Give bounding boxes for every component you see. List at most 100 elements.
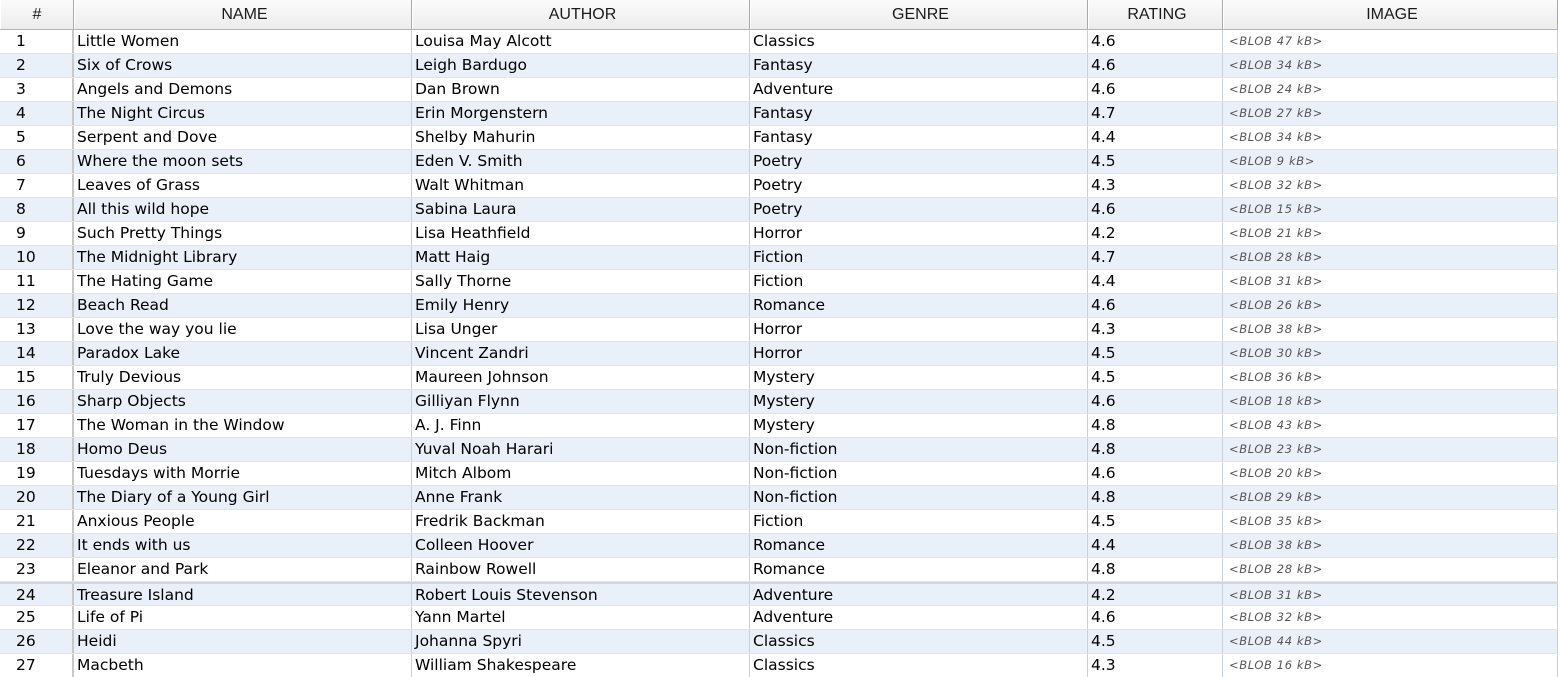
name-cell[interactable]: Angels and Demons [74, 78, 412, 101]
author-cell[interactable]: Eden V. Smith [412, 150, 750, 173]
image-blob-cell[interactable]: <BLOB 32 kB> [1223, 606, 1558, 629]
image-blob-cell[interactable]: <BLOB 9 kB> [1223, 150, 1558, 173]
image-blob-cell[interactable]: <BLOB 43 kB> [1223, 414, 1558, 437]
rating-cell[interactable]: 4.6 [1088, 390, 1223, 413]
genre-cell[interactable]: Non-fiction [750, 486, 1088, 509]
rating-cell[interactable]: 4.8 [1088, 558, 1223, 581]
table-row[interactable]: 22 It ends with us Colleen Hoover Romance 4.… [0, 534, 1558, 558]
table-row[interactable]: 10 The Midnight Library Matt Haig Fiction 4.… [0, 246, 1558, 270]
genre-cell[interactable]: Poetry [750, 174, 1088, 197]
genre-cell[interactable]: Adventure [750, 78, 1088, 101]
name-cell[interactable]: Heidi [74, 630, 412, 653]
author-cell[interactable]: Walt Whitman [412, 174, 750, 197]
row-number-cell[interactable]: 3 [0, 78, 74, 101]
name-cell[interactable]: Anxious People [74, 510, 412, 533]
name-cell[interactable]: The Diary of a Young Girl [74, 486, 412, 509]
rating-cell[interactable]: 4.3 [1088, 318, 1223, 341]
row-number-cell[interactable]: 9 [0, 222, 74, 245]
rating-cell[interactable]: 4.6 [1088, 294, 1223, 317]
column-header-genre[interactable]: GENRE [750, 0, 1088, 29]
rating-cell[interactable]: 4.7 [1088, 102, 1223, 125]
genre-cell[interactable]: Mystery [750, 390, 1088, 413]
rating-cell[interactable]: 4.5 [1088, 510, 1223, 533]
table-row[interactable]: 20 The Diary of a Young Girl Anne Frank Non… [0, 486, 1558, 510]
table-row[interactable]: 15 Truly Devious Maureen Johnson Mystery 4.5… [0, 366, 1558, 390]
rating-cell[interactable]: 4.3 [1088, 174, 1223, 197]
name-cell[interactable]: Sharp Objects [74, 390, 412, 413]
genre-cell[interactable]: Classics [750, 654, 1088, 677]
row-number-cell[interactable]: 26 [0, 630, 74, 653]
rating-cell[interactable]: 4.4 [1088, 126, 1223, 149]
image-blob-cell[interactable]: <BLOB 16 kB> [1223, 654, 1558, 677]
name-cell[interactable]: Where the moon sets [74, 150, 412, 173]
author-cell[interactable]: Robert Louis Stevenson [412, 584, 750, 605]
image-blob-cell[interactable]: <BLOB 29 kB> [1223, 486, 1558, 509]
image-blob-cell[interactable]: <BLOB 34 kB> [1223, 54, 1558, 77]
name-cell[interactable]: Leaves of Grass [74, 174, 412, 197]
row-number-cell[interactable]: 19 [0, 462, 74, 485]
row-number-cell[interactable]: 25 [0, 606, 74, 629]
genre-cell[interactable]: Fiction [750, 270, 1088, 293]
genre-cell[interactable]: Fantasy [750, 54, 1088, 77]
row-number-cell[interactable]: 24 [0, 584, 74, 605]
table-row[interactable]: 7 Leaves of Grass Walt Whitman Poetry 4.3 <BL… [0, 174, 1558, 198]
name-cell[interactable]: Paradox Lake [74, 342, 412, 365]
image-blob-cell[interactable]: <BLOB 32 kB> [1223, 174, 1558, 197]
genre-cell[interactable]: Horror [750, 318, 1088, 341]
genre-cell[interactable]: Romance [750, 294, 1088, 317]
author-cell[interactable]: Anne Frank [412, 486, 750, 509]
column-header-author[interactable]: AUTHOR [412, 0, 750, 29]
genre-cell[interactable]: Fiction [750, 510, 1088, 533]
row-number-cell[interactable]: 11 [0, 270, 74, 293]
rating-cell[interactable]: 4.3 [1088, 654, 1223, 677]
table-row[interactable]: 5 Serpent and Dove Shelby Mahurin Fantasy 4.… [0, 126, 1558, 150]
table-row[interactable]: 2 Six of Crows Leigh Bardugo Fantasy 4.6 <BLO… [0, 54, 1558, 78]
row-number-cell[interactable]: 4 [0, 102, 74, 125]
genre-cell[interactable]: Non-fiction [750, 438, 1088, 461]
author-cell[interactable]: Maureen Johnson [412, 366, 750, 389]
rating-cell[interactable]: 4.6 [1088, 462, 1223, 485]
author-cell[interactable]: Louisa May Alcott [412, 30, 750, 53]
genre-cell[interactable]: Adventure [750, 584, 1088, 605]
row-number-cell[interactable]: 18 [0, 438, 74, 461]
image-blob-cell[interactable]: <BLOB 44 kB> [1223, 630, 1558, 653]
image-blob-cell[interactable]: <BLOB 38 kB> [1223, 534, 1558, 557]
table-row[interactable]: 18 Homo Deus Yuval Noah Harari Non-fiction 4… [0, 438, 1558, 462]
image-blob-cell[interactable]: <BLOB 38 kB> [1223, 318, 1558, 341]
row-number-cell[interactable]: 10 [0, 246, 74, 269]
row-number-cell[interactable]: 1 [0, 30, 74, 53]
name-cell[interactable]: Beach Read [74, 294, 412, 317]
image-blob-cell[interactable]: <BLOB 20 kB> [1223, 462, 1558, 485]
name-cell[interactable]: Little Women [74, 30, 412, 53]
author-cell[interactable]: Shelby Mahurin [412, 126, 750, 149]
table-row[interactable]: 4 The Night Circus Erin Morgenstern Fantasy… [0, 102, 1558, 126]
row-number-cell[interactable]: 21 [0, 510, 74, 533]
row-number-cell[interactable]: 15 [0, 366, 74, 389]
rating-cell[interactable]: 4.6 [1088, 54, 1223, 77]
author-cell[interactable]: Lisa Heathfield [412, 222, 750, 245]
author-cell[interactable]: Emily Henry [412, 294, 750, 317]
image-blob-cell[interactable]: <BLOB 34 kB> [1223, 126, 1558, 149]
name-cell[interactable]: The Night Circus [74, 102, 412, 125]
table-row[interactable]: 25 Life of Pi Yann Martel Adventure 4.6 <BLOB… [0, 606, 1558, 630]
name-cell[interactable]: The Hating Game [74, 270, 412, 293]
row-number-cell[interactable]: 13 [0, 318, 74, 341]
table-row[interactable]: 12 Beach Read Emily Henry Romance 4.6 <BLOB 2… [0, 294, 1558, 318]
table-row[interactable]: 16 Sharp Objects Gilliyan Flynn Mystery 4.6 <… [0, 390, 1558, 414]
genre-cell[interactable]: Mystery [750, 366, 1088, 389]
rating-cell[interactable]: 4.4 [1088, 534, 1223, 557]
table-row[interactable]: 11 The Hating Game Sally Thorne Fiction 4.4 <… [0, 270, 1558, 294]
author-cell[interactable]: Vincent Zandri [412, 342, 750, 365]
image-blob-cell[interactable]: <BLOB 23 kB> [1223, 438, 1558, 461]
image-blob-cell[interactable]: <BLOB 31 kB> [1223, 584, 1558, 605]
author-cell[interactable]: Fredrik Backman [412, 510, 750, 533]
rating-cell[interactable]: 4.5 [1088, 630, 1223, 653]
image-blob-cell[interactable]: <BLOB 18 kB> [1223, 390, 1558, 413]
row-number-cell[interactable]: 8 [0, 198, 74, 221]
rating-cell[interactable]: 4.5 [1088, 150, 1223, 173]
name-cell[interactable]: Tuesdays with Morrie [74, 462, 412, 485]
name-cell[interactable]: Truly Devious [74, 366, 412, 389]
table-row[interactable]: 1 Little Women Louisa May Alcott Classics 4.… [0, 30, 1558, 54]
name-cell[interactable]: The Midnight Library [74, 246, 412, 269]
genre-cell[interactable]: Fiction [750, 246, 1088, 269]
